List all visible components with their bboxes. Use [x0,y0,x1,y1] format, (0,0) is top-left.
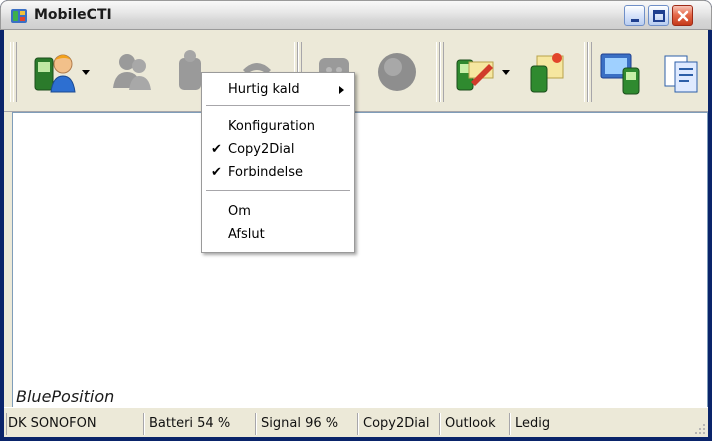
menu-item-copy2dial[interactable]: ✔ Copy2Dial [204,139,352,161]
resize-grip-icon[interactable] [694,423,706,435]
status-signal: Signal 96 % [254,413,338,435]
close-button[interactable] [672,5,693,26]
phone-edit-button[interactable] [446,44,500,100]
contacts-button[interactable] [28,44,82,100]
main-content-area[interactable]: BluePosition [12,112,708,408]
menu-item-konfiguration[interactable]: Konfiguration [204,116,352,138]
window-title: MobileCTI [34,7,112,23]
toolbar [4,30,708,112]
menu-item-label: Forbindelse [228,165,304,180]
menu-item-label: Afslut [228,227,265,242]
status-outlook: Outlook [439,413,496,435]
menu-item-afslut[interactable]: Afslut [204,224,352,246]
menu-item-label: Konfiguration [228,119,315,134]
maximize-button[interactable] [648,5,669,26]
minimize-button[interactable] [624,5,645,26]
sync-devices-icon [600,53,640,95]
app-window: MobileCTI BluePosition DK SONOFON Batter… [0,0,712,441]
contacts-group-icon [113,54,151,90]
menu-item-label: Om [228,204,251,219]
checkmark-icon: ✔ [211,142,222,157]
menu-item-om[interactable]: Om [204,201,352,223]
close-icon [677,10,689,22]
copy-documents-button[interactable] [654,44,708,100]
menu-item-label: Copy2Dial [228,142,295,157]
context-menu: Hurtig kald Konfiguration ✔ Copy2Dial ✔ … [201,72,355,253]
phone-notes-button[interactable] [522,44,576,100]
contacts-dropdown-arrow-icon[interactable] [82,70,90,76]
phone-notes-icon [530,53,564,93]
checkmark-icon: ✔ [211,165,222,180]
contact-person-icon [34,54,76,93]
record-button[interactable] [370,44,424,100]
menu-separator [206,190,350,192]
phone-edit-dropdown-arrow-icon[interactable] [502,70,510,76]
status-bar: DK SONOFON Batteri 54 % Signal 96 % Copy… [4,407,708,437]
menu-separator [206,105,350,107]
title-bar[interactable]: MobileCTI [0,0,712,30]
menu-item-hurtig-kald[interactable]: Hurtig kald [204,79,352,101]
menu-item-forbindelse[interactable]: ✔ Forbindelse [204,162,352,184]
status-operator: DK SONOFON [6,413,97,435]
toolbar-separator [588,42,592,102]
maximize-icon [653,10,665,22]
toolbar-separator [440,42,444,102]
contacts-group-button[interactable] [102,44,156,100]
sync-devices-button[interactable] [594,44,648,100]
status-state: Ledig [508,413,550,435]
toolbar-grip [13,42,17,102]
brand-label: BluePosition [16,387,115,406]
menu-item-label: Hurtig kald [228,82,300,97]
status-battery: Batteri 54 % [142,413,230,435]
submenu-arrow-icon [339,86,344,94]
phone-edit-icon [456,59,494,91]
copy-documents-icon [664,55,698,93]
client-area: BluePosition [4,30,708,437]
record-icon [378,53,416,91]
mobilecti-app-icon [11,9,27,23]
minimize-icon [631,19,639,22]
status-copy2dial: Copy2Dial [356,413,429,435]
